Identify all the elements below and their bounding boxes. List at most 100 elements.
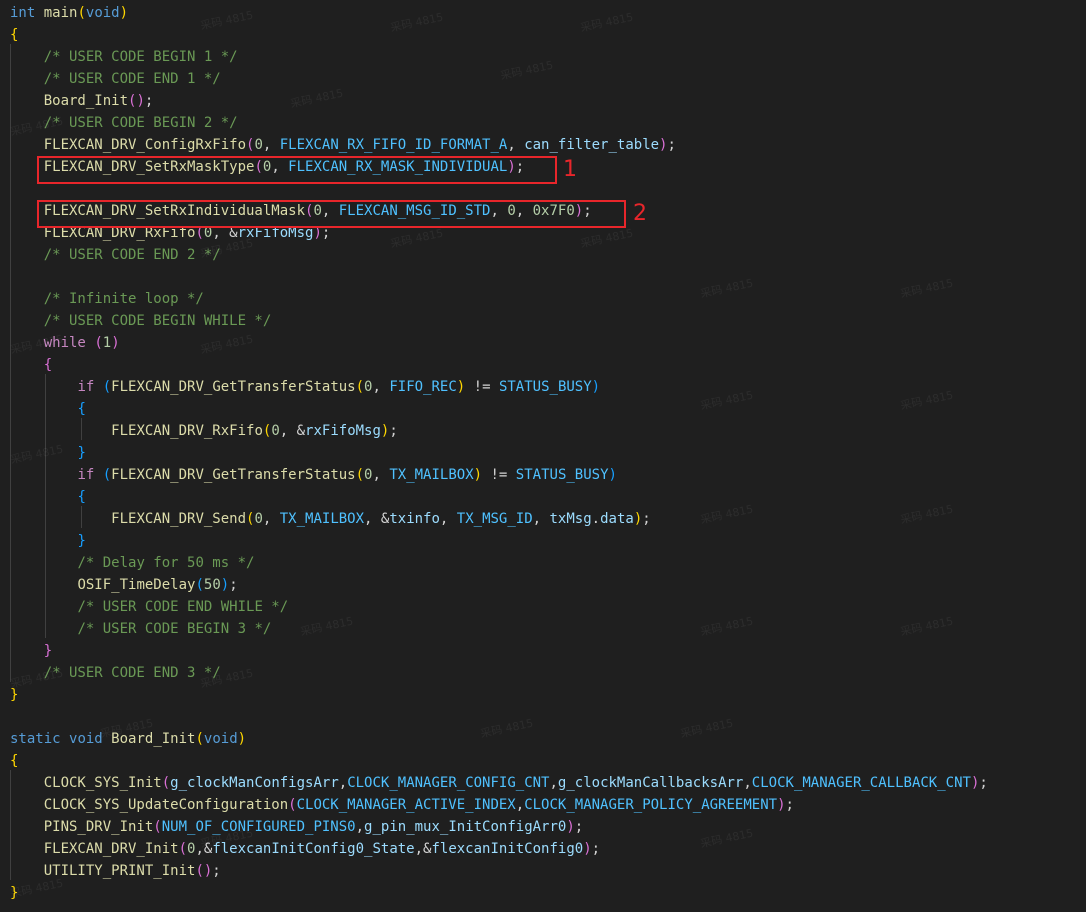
code-token: ;: [229, 577, 238, 593]
code-line[interactable]: }: [0, 530, 86, 552]
code-line[interactable]: if (FLEXCAN_DRV_GetTransferStatus(0, FIF…: [0, 376, 600, 398]
code-token: 1: [102, 335, 112, 351]
code-line[interactable]: /* USER CODE BEGIN WHILE */: [0, 310, 272, 332]
code-line[interactable]: /* USER CODE BEGIN 1 */: [0, 46, 238, 68]
code-token: {: [10, 753, 19, 769]
code-line[interactable]: {: [0, 24, 18, 46]
code-token: /* USER CODE BEGIN 2 */: [43, 115, 238, 131]
highlight-box-2: [37, 200, 626, 228]
code-line[interactable]: {: [0, 486, 85, 508]
code-token: ;: [642, 511, 651, 527]
code-token: NUM_OF_CONFIGURED_PINS0: [161, 819, 356, 835]
code-token: }: [77, 533, 86, 549]
watermark: 采码 4815: [479, 716, 535, 741]
code-token: flexcanInitConfig0: [431, 841, 584, 857]
code-token: (: [77, 5, 86, 21]
code-line[interactable]: }: [0, 640, 52, 662]
code-line[interactable]: /* USER CODE END 1 */: [0, 68, 221, 90]
code-token: ): [111, 335, 120, 351]
code-line[interactable]: [0, 706, 10, 728]
code-line[interactable]: {: [0, 398, 85, 420]
watermark: 采码 4815: [389, 10, 445, 35]
code-line[interactable]: FLEXCAN_DRV_Send(0, TX_MAILBOX, &txinfo,…: [0, 508, 651, 530]
code-line[interactable]: Board_Init();: [0, 90, 154, 112]
watermark: 采码 4815: [899, 614, 955, 639]
code-line[interactable]: /* Delay for 50 ms */: [0, 552, 254, 574]
code-token: void: [203, 731, 238, 747]
code-token: txMsg: [549, 511, 592, 527]
code-token: ): [608, 467, 617, 483]
code-line[interactable]: CLOCK_SYS_UpdateConfiguration(CLOCK_MANA…: [0, 794, 794, 816]
code-line[interactable]: int main(void): [0, 2, 128, 24]
code-line[interactable]: [0, 266, 10, 288]
code-token: CLOCK_SYS_UpdateConfiguration: [43, 797, 289, 813]
code-token: /* Infinite loop */: [43, 291, 204, 307]
highlight-box-1: [37, 156, 557, 184]
code-line[interactable]: FLEXCAN_DRV_Init(0,&flexcanInitConfig0_S…: [0, 838, 600, 860]
code-token: STATUS_BUSY: [515, 467, 609, 483]
code-line[interactable]: [0, 178, 10, 200]
code-token: ;: [212, 863, 221, 879]
code-token: (: [195, 731, 204, 747]
code-token: /* Delay for 50 ms */: [77, 555, 255, 571]
code-editor[interactable]: int main(void){ /* USER CODE BEGIN 1 */ …: [0, 0, 1086, 912]
code-token: FLEXCAN_DRV_Send: [111, 511, 247, 527]
code-line[interactable]: {: [0, 750, 18, 772]
code-token: ,: [262, 511, 280, 527]
code-line[interactable]: PINS_DRV_Init(NUM_OF_CONFIGURED_PINS0,g_…: [0, 816, 584, 838]
code-token: can_filter_table: [524, 137, 660, 153]
watermark: 采码 4815: [299, 614, 355, 639]
code-token: CLOCK_SYS_Init: [43, 775, 162, 791]
code-line[interactable]: UTILITY_PRINT_Init();: [0, 860, 221, 882]
watermark: 采码 4815: [579, 10, 635, 35]
code-token: void: [85, 5, 120, 21]
code-line[interactable]: /* USER CODE BEGIN 3 */: [0, 618, 271, 640]
code-line[interactable]: FLEXCAN_DRV_RxFifo(0, &rxFifoMsg);: [0, 420, 398, 442]
code-line[interactable]: {: [0, 354, 52, 376]
code-token: (: [94, 335, 103, 351]
watermark: 采码 4815: [389, 226, 445, 251]
code-token: ,: [439, 511, 457, 527]
code-line[interactable]: OSIF_TimeDelay(50);: [0, 574, 238, 596]
code-token: !=: [465, 379, 499, 395]
code-token: g_clockManCallbacksArr: [557, 775, 744, 791]
code-token: ): [633, 511, 643, 527]
code-token: FIFO_REC: [389, 379, 457, 395]
code-line[interactable]: FLEXCAN_DRV_ConfigRxFifo(0, FLEXCAN_RX_F…: [0, 134, 676, 156]
code-token: ): [237, 731, 247, 747]
code-line[interactable]: /* Infinite loop */: [0, 288, 204, 310]
code-token: (: [102, 379, 112, 395]
code-token: ,: [507, 137, 525, 153]
code-token: /* USER CODE END 3 */: [43, 665, 221, 681]
code-token: FLEXCAN_DRV_ConfigRxFifo: [43, 137, 247, 153]
code-token: Board_Init: [43, 93, 129, 109]
code-token: CLOCK_MANAGER_CONFIG_CNT: [347, 775, 550, 791]
annotation-number-1: 1: [563, 157, 577, 182]
code-token: (: [355, 467, 365, 483]
code-token: (: [161, 775, 171, 791]
code-token: main: [43, 5, 78, 21]
code-token: ,: [532, 511, 550, 527]
code-line[interactable]: if (FLEXCAN_DRV_GetTransferStatus(0, TX_…: [0, 464, 617, 486]
code-line[interactable]: /* USER CODE END WHILE */: [0, 596, 288, 618]
code-token: ;: [785, 797, 794, 813]
code-token: .: [591, 511, 601, 527]
code-line[interactable]: CLOCK_SYS_Init(g_clockManConfigsArr,CLOC…: [0, 772, 988, 794]
code-token: ,: [262, 137, 280, 153]
watermark: 采码 4815: [199, 8, 255, 33]
code-token: 0: [254, 511, 263, 527]
code-token: /* USER CODE END 2 */: [43, 247, 221, 263]
code-token: FLEXCAN_DRV_Init: [43, 841, 179, 857]
code-line[interactable]: /* USER CODE END 2 */: [0, 244, 221, 266]
code-token: ): [566, 819, 575, 835]
